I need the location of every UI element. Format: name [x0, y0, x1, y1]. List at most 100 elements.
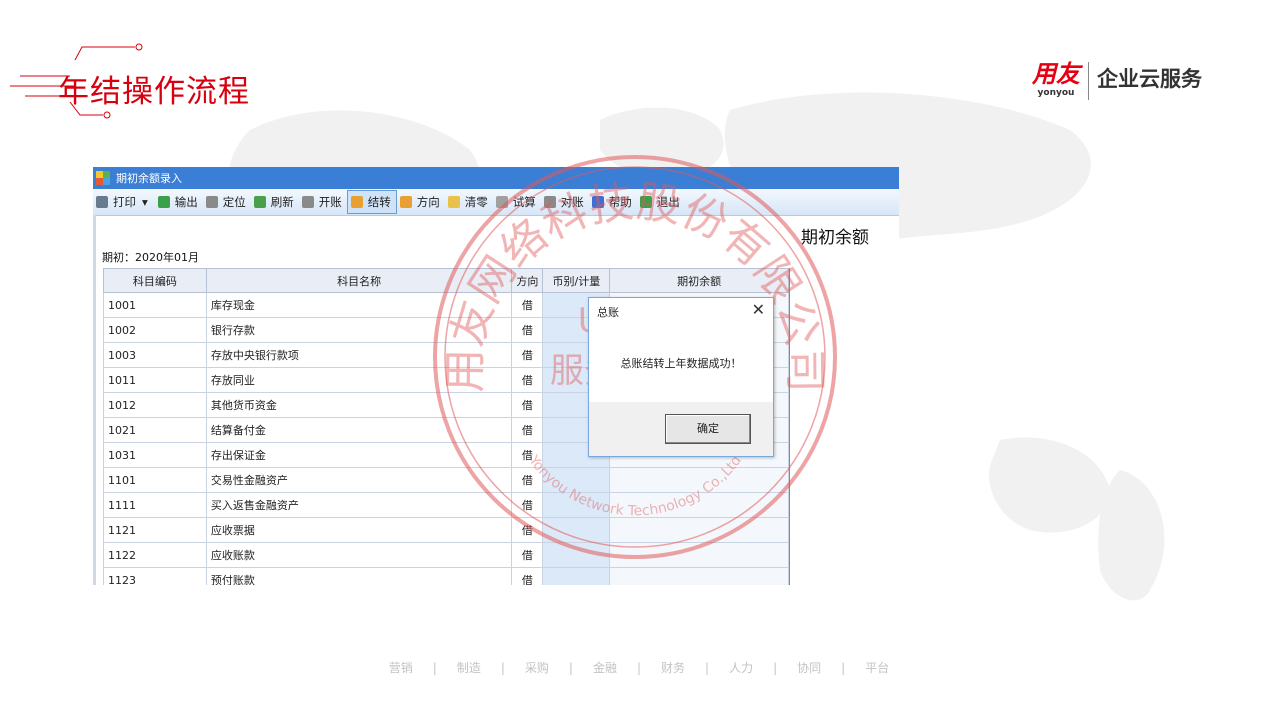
close-icon[interactable]: ✕ [752, 300, 765, 319]
account-code-cell[interactable]: 1123 [103, 567, 207, 585]
slide-title: 年结操作流程 [58, 74, 250, 110]
balance-cell[interactable] [609, 517, 789, 543]
toolbar-button-locate[interactable]: 定位 [203, 191, 251, 213]
balance-cell[interactable] [609, 467, 789, 493]
footer-item: 财务 [661, 661, 686, 675]
toolbar: 打印 ▾ 输出 定位 刷新 开账 结转 方向 清零 试算 对账 帮助 退出 [93, 189, 899, 216]
account-code-cell[interactable]: 1031 [103, 442, 207, 468]
account-name-cell[interactable]: 存出保证金 [205, 442, 513, 468]
toolbar-button-refresh[interactable]: 刷新 [251, 191, 299, 213]
footer-separator: | [636, 661, 642, 675]
account-name-cell[interactable]: 其他货币资金 [205, 392, 513, 418]
toolbar-button-calculator[interactable]: 试算 [493, 191, 541, 213]
column-header[interactable]: 科目编码 [103, 268, 207, 293]
toolbar-button-exit[interactable]: 退出 [637, 191, 685, 213]
table-row[interactable]: 1121 应收票据借 [103, 517, 789, 543]
account-name-cell[interactable]: 存放中央银行款项 [205, 342, 513, 368]
yonyou-logo: 用友 yonyou 企业云服务 [1032, 60, 1202, 104]
direction-cell[interactable]: 借 [511, 467, 544, 493]
chevron-down-icon[interactable]: ▾ [142, 195, 148, 209]
toolbar-label: 方向 [416, 195, 440, 209]
footer-separator: | [568, 661, 573, 675]
balance-cell[interactable] [609, 567, 789, 585]
footer-separator: | [705, 661, 710, 675]
direction-cell[interactable]: 借 [511, 392, 544, 418]
toolbar-button-printer[interactable]: 打印 ▾ [93, 191, 155, 213]
account-name-cell[interactable]: 库存现金 [205, 292, 513, 318]
report-title: 期初余额 [801, 228, 869, 248]
balance-cell[interactable] [609, 492, 789, 518]
direction-icon [399, 196, 412, 208]
toolbar-button-reconcile[interactable]: 对账 [541, 191, 589, 213]
ok-button[interactable]: 确定 [665, 414, 751, 444]
toolbar-label: 刷新 [270, 195, 294, 209]
account-code-cell[interactable]: 1021 [103, 417, 207, 443]
dialog-message: 总账结转上年数据成功！ [620, 357, 742, 370]
account-name-cell[interactable]: 应收票据 [205, 517, 513, 543]
account-name-cell[interactable]: 银行存款 [205, 317, 513, 343]
table-right-border [789, 268, 790, 585]
account-code-cell[interactable]: 1121 [103, 517, 207, 543]
account-name-cell[interactable]: 买入返售金融资产 [205, 492, 513, 518]
account-name-cell[interactable]: 存放同业 [205, 367, 513, 393]
account-code-cell[interactable]: 1012 [103, 392, 207, 418]
toolbar-button-export[interactable]: 输出 [155, 191, 203, 213]
account-name-cell[interactable]: 应收账款 [205, 542, 513, 568]
footer-nav: 营销 | 制造 | 采购 | 金融 | 财务 | 人力 | 协同 | 平台 [0, 659, 1278, 676]
account-code-cell[interactable]: 1101 [103, 467, 207, 493]
dialog-button-area: 确定 [589, 402, 773, 456]
footer-item: 营销 [388, 661, 413, 675]
currency-cell[interactable] [542, 542, 611, 568]
eraser-icon [447, 196, 460, 208]
column-header[interactable]: 币别/计量 [542, 268, 611, 293]
toolbar-button-carry-forward[interactable]: 结转 [346, 190, 397, 214]
direction-cell[interactable]: 借 [511, 442, 544, 468]
currency-cell[interactable] [542, 567, 611, 585]
reconcile-icon [543, 196, 556, 208]
direction-cell[interactable]: 借 [511, 317, 544, 343]
direction-cell[interactable]: 借 [511, 542, 544, 568]
table-row[interactable]: 1122 应收账款借 [103, 542, 789, 568]
footer-separator: | [841, 661, 846, 675]
direction-cell[interactable]: 借 [511, 367, 544, 393]
toolbar-button-eraser[interactable]: 清零 [445, 191, 493, 213]
account-name-cell[interactable]: 交易性金融资产 [205, 467, 513, 493]
account-code-cell[interactable]: 1003 [103, 342, 207, 368]
toolbar-button-open-book[interactable]: 开账 [299, 191, 347, 213]
table-row[interactable]: 1123 预付账款借 [103, 567, 789, 585]
direction-cell[interactable]: 借 [511, 517, 544, 543]
footer-item: 平台 [865, 661, 890, 675]
toolbar-button-direction[interactable]: 方向 [397, 191, 445, 213]
account-code-cell[interactable]: 1001 [103, 292, 207, 318]
toolbar-button-help[interactable]: 帮助 [589, 191, 637, 213]
footer-item: 制造 [456, 661, 481, 675]
direction-cell[interactable]: 借 [511, 342, 544, 368]
account-code-cell[interactable]: 1122 [103, 542, 207, 568]
account-name-cell[interactable]: 预付账款 [205, 567, 513, 585]
printer-icon [96, 196, 108, 208]
currency-cell[interactable] [542, 492, 611, 518]
exit-icon [639, 196, 652, 208]
account-code-cell[interactable]: 1011 [103, 367, 207, 393]
opening-balance-window: 期初余额录入 打印 ▾ 输出 定位 刷新 开账 结转 方向 清零 试算 对账 帮助 退出 期初余额 期初… [93, 167, 899, 585]
direction-cell[interactable]: 借 [511, 492, 544, 518]
currency-cell[interactable] [542, 517, 611, 543]
balance-cell[interactable] [609, 542, 789, 568]
gl-message-dialog: 总账 ✕ 总账结转上年数据成功！ 确定 [588, 297, 774, 457]
toolbar-label: 结转 [367, 195, 391, 209]
direction-cell[interactable]: 借 [511, 417, 544, 443]
direction-cell[interactable]: 借 [511, 567, 544, 585]
column-header[interactable]: 期初余额 [609, 268, 789, 293]
locate-icon [205, 196, 218, 208]
table-row[interactable]: 1111 买入返售金融资产借 [103, 492, 789, 518]
table-row[interactable]: 1101 交易性金融资产借 [103, 467, 789, 493]
account-code-cell[interactable]: 1111 [103, 492, 207, 518]
currency-cell[interactable] [542, 467, 611, 493]
account-code-cell[interactable]: 1002 [103, 317, 207, 343]
direction-cell[interactable]: 借 [511, 292, 544, 318]
calculator-icon [495, 196, 508, 208]
column-header[interactable]: 方向 [511, 268, 544, 293]
column-header[interactable]: 科目名称 [205, 268, 513, 293]
footer-item: 人力 [729, 661, 754, 675]
account-name-cell[interactable]: 结算备付金 [205, 417, 513, 443]
